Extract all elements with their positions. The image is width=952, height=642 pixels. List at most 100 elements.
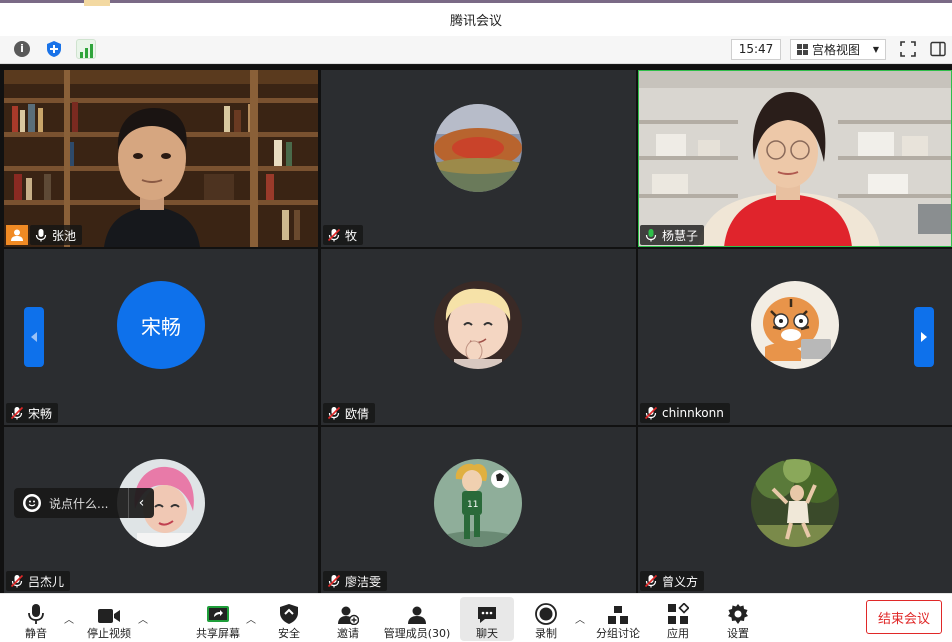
host-badge-icon [6,225,28,245]
chat-bubble-icon [478,607,496,623]
chevron-right-icon [921,332,927,342]
view-mode-label: 宫格视图 [812,43,861,57]
invite-label: 邀请 [337,627,359,640]
emoji-icon[interactable] [23,494,41,512]
share-screen-icon [207,606,229,622]
title-bar: 腾讯会议 [0,0,952,36]
participant-tile[interactable]: 曾义方 [638,427,952,593]
meeting-window: 腾讯会议 i 15:47 宫格视图 ▼ 张池 牧 杨慧子 宋畅 宋畅 欧倩 ch… [0,0,952,642]
collapse-chat-icon[interactable]: ‹ [128,488,154,518]
breakout-rooms-icon [608,606,628,624]
network-signal-icon[interactable] [76,39,96,59]
end-meeting-button[interactable]: 结束会议 [866,600,942,634]
sidebar-toggle-icon[interactable] [928,39,948,59]
stop-video-label: 停止视频 [87,627,131,640]
chat-input-placeholder[interactable]: 说点什么... [49,495,108,512]
participant-tile[interactable]: 张池 [4,70,318,247]
apps-grid-icon [668,603,689,624]
share-options-chevron-icon[interactable]: ︿ [246,611,256,626]
members-icon [408,606,426,624]
mic-speaking-icon [645,229,657,242]
participant-name-tag: 廖洁雯 [323,571,388,591]
participant-name-tag: 张池 [30,225,83,245]
meeting-toolbar: i 15:47 宫格视图 ▼ [0,36,952,64]
participant-tile[interactable]: 宋畅 宋畅 [4,249,318,425]
breakout-rooms-label: 分组讨论 [596,627,640,640]
participant-name: 宋畅 [28,406,53,421]
meeting-controls: 静音 ︿ 停止视频 ︿ 共享屏幕 ︿ 安全 邀请 管理成员(30) 聊天 录制 … [0,593,952,642]
share-screen-label: 共享屏幕 [196,627,240,640]
participant-name-tag: 欧倩 [323,403,376,423]
participant-name: 廖洁雯 [345,574,382,589]
window-edge-hint [84,0,110,6]
participant-avatar [434,281,522,369]
chat-label: 聊天 [476,627,498,640]
participant-tile[interactable]: chinnkonn [638,249,952,425]
mic-muted-icon [10,406,24,420]
manage-members-label: 管理成员(30) [383,627,451,640]
mic-muted-icon [327,228,341,242]
mute-options-chevron-icon[interactable]: ︿ [64,611,74,626]
window-title: 腾讯会议 [449,14,502,29]
mute-button[interactable]: 静音 [18,597,54,641]
participant-name: 曾义方 [662,574,699,589]
quick-chat-input[interactable]: 说点什么... ‹ [14,488,154,518]
next-page-button[interactable] [914,307,934,367]
participant-name: chinnkonn [662,406,724,420]
participant-avatar [434,104,522,192]
participant-name-tag: 曾义方 [640,571,705,591]
participant-name-tag: 宋畅 [6,403,59,423]
grid-view-icon [797,44,808,55]
participant-avatar: 11 [434,459,522,547]
settings-label: 设置 [727,627,749,640]
apps-label: 应用 [667,627,689,640]
participant-avatar [751,281,839,369]
participant-tile[interactable]: 欧倩 [321,249,636,425]
video-feed-bookshelf [4,70,318,247]
shield-icon[interactable] [44,39,64,59]
mic-muted-icon [10,574,24,588]
chat-button[interactable]: 聊天 [460,597,514,641]
record-options-chevron-icon[interactable]: ︿ [575,611,585,626]
chevron-down-icon: ▼ [872,45,879,54]
video-camera-icon [98,609,120,623]
share-screen-button[interactable]: 共享屏幕 [194,597,242,641]
previous-page-button[interactable] [24,307,44,367]
stop-video-button[interactable]: 停止视频 [84,597,134,641]
participant-avatar [751,459,839,547]
invite-button[interactable]: 邀请 [330,597,366,641]
manage-members-button[interactable]: 管理成员(30) [382,597,452,641]
participant-name-tag: 杨慧子 [640,225,705,245]
security-button[interactable]: 安全 [272,597,306,641]
fullscreen-icon[interactable] [898,39,918,59]
chevron-left-icon [31,332,37,342]
mic-on-icon [35,229,47,242]
apps-button[interactable]: 应用 [662,597,694,641]
record-button[interactable]: 录制 [530,597,562,641]
add-user-icon [338,606,359,625]
info-icon[interactable]: i [12,39,32,59]
participant-name: 牧 [345,228,358,243]
participant-tile[interactable]: 牧 [321,70,636,247]
mute-label: 静音 [25,627,47,640]
breakout-rooms-button[interactable]: 分组讨论 [594,597,642,641]
security-shield-icon [280,604,298,624]
participant-avatar: 宋畅 [117,281,205,369]
mic-muted-icon [327,406,341,420]
participant-tile-active[interactable]: 杨慧子 [638,70,952,247]
microphone-icon [28,604,44,624]
settings-button[interactable]: 设置 [722,597,754,641]
video-feed-shelves [638,70,952,247]
participant-name-tag: 牧 [323,225,364,245]
participant-name: 张池 [52,228,77,243]
video-options-chevron-icon[interactable]: ︿ [138,611,148,626]
mic-muted-icon [327,574,341,588]
security-label: 安全 [278,627,300,640]
mic-muted-icon [644,574,658,588]
participant-name: 欧倩 [345,406,370,421]
participant-tile[interactable]: 11 廖洁雯 [321,427,636,593]
svg-text:11: 11 [467,500,478,510]
view-mode-dropdown[interactable]: 宫格视图 ▼ [790,39,886,60]
gear-icon [728,604,748,624]
participant-name: 吕杰儿 [28,574,65,589]
